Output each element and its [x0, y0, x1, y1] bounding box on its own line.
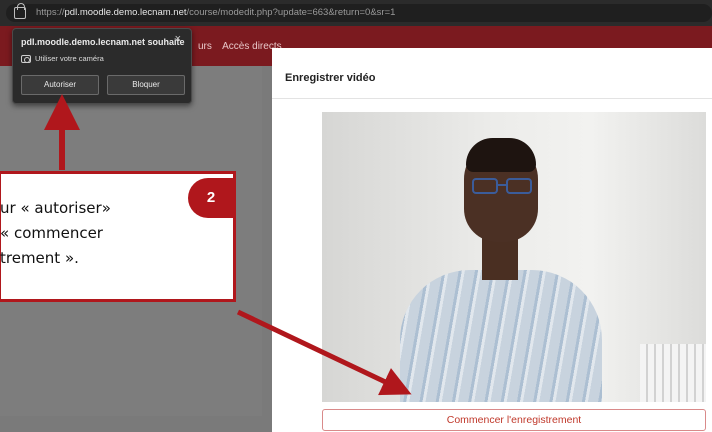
- camera-permission-label: Utiliser votre caméra: [35, 54, 104, 63]
- step-badge: 2: [188, 178, 234, 218]
- dialog-title: Enregistrer vidéo: [285, 72, 376, 84]
- lock-icon: [14, 3, 26, 19]
- radiator: [640, 344, 706, 402]
- camera-permission-popup: pdl.moodle.demo.lecnam.net souhaite × Ut…: [12, 28, 192, 104]
- close-icon[interactable]: ×: [175, 33, 181, 45]
- start-recording-button[interactable]: Commencer l'enregistrement: [322, 409, 706, 431]
- browser-url-bar[interactable]: https://pdl.moodle.demo.lecnam.net/cours…: [0, 0, 712, 26]
- address-field[interactable]: https://pdl.moodle.demo.lecnam.net/cours…: [6, 3, 712, 22]
- nav-link-courses[interactable]: urs: [198, 41, 212, 52]
- camera-preview: [322, 112, 706, 402]
- callout-text: ur « autoriser» « commencer trement ».: [0, 199, 111, 267]
- permission-title: pdl.moodle.demo.lecnam.net souhaite: [21, 37, 185, 47]
- camera-icon: [21, 55, 31, 63]
- allow-button[interactable]: Autoriser: [21, 75, 99, 95]
- dialog-divider: [272, 98, 712, 99]
- record-video-dialog: Enregistrer vidéo Commencer l'enregistre…: [272, 48, 712, 432]
- url-text[interactable]: https://pdl.moodle.demo.lecnam.net/cours…: [36, 7, 395, 18]
- block-button[interactable]: Bloquer: [107, 75, 185, 95]
- glasses: [472, 178, 534, 194]
